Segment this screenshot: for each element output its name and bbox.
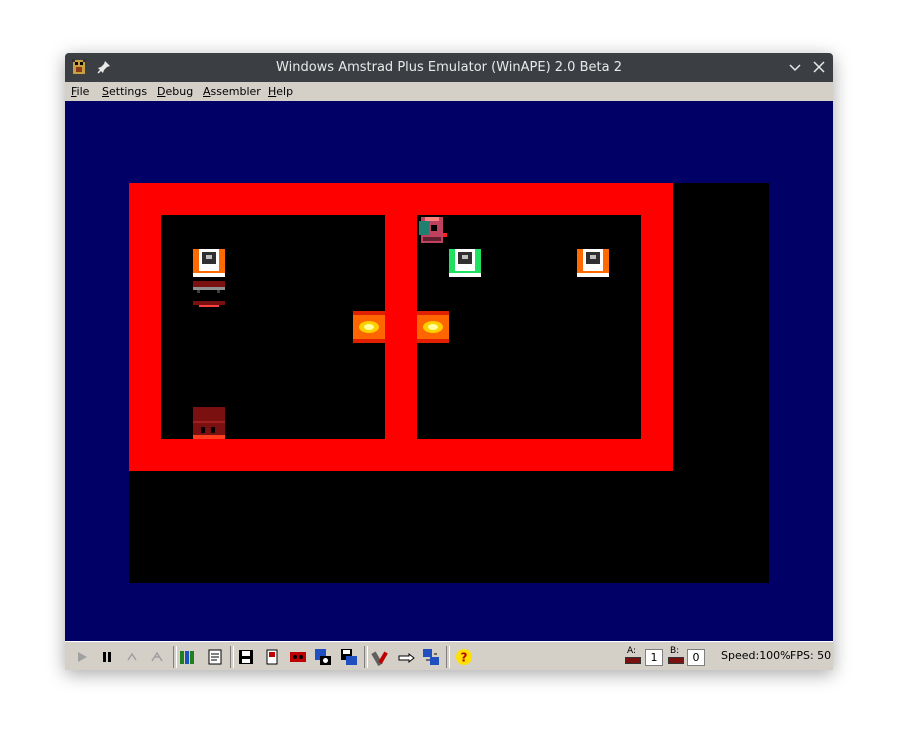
disk-export-icon[interactable] (340, 648, 358, 666)
toolbar-separator (230, 646, 234, 668)
drive-a-led (625, 657, 641, 664)
green-terminal (449, 249, 481, 277)
tape-cassette-icon[interactable] (289, 648, 307, 666)
menu-settings[interactable]: Settings (102, 82, 147, 101)
menu-assembler[interactable]: Assembler (203, 82, 261, 101)
player-robot-sprite (419, 217, 447, 243)
disk-camera-icon[interactable] (314, 648, 332, 666)
drive-a-indicator: 1 (645, 649, 663, 666)
menu-file[interactable]: File (71, 82, 89, 101)
pointer-hand-icon[interactable] (397, 648, 415, 666)
fps-readout: FPS: 50 (790, 649, 832, 662)
close-icon[interactable] (811, 59, 827, 75)
game-area (129, 183, 769, 583)
svg-text:?: ? (461, 651, 468, 665)
title-bar: Windows Amstrad Plus Emulator (WinAPE) 2… (65, 53, 833, 82)
toolbar-separator (173, 646, 177, 668)
emulator-screen[interactable] (65, 101, 833, 641)
emulator-window: Windows Amstrad Plus Emulator (WinAPE) 2… (65, 53, 833, 670)
window-title: Windows Amstrad Plus Emulator (WinAPE) 2… (276, 60, 622, 75)
menu-debug[interactable]: Debug (157, 82, 193, 101)
snapshot-icon[interactable] (263, 648, 281, 666)
fire-door-right (417, 311, 449, 343)
menu-help[interactable]: Help (268, 82, 293, 101)
cartridge-icon[interactable] (179, 648, 197, 666)
speed-readout: Speed:100% (721, 649, 791, 662)
menu-bar: File Settings Debug Assembler Help (65, 82, 833, 101)
tape-document-icon[interactable] (206, 648, 224, 666)
orange-terminal-right (577, 249, 609, 277)
help-question-icon[interactable]: ? (455, 648, 473, 666)
step-over-icon[interactable] (148, 648, 166, 666)
drive-b-led (668, 657, 684, 664)
save-disk-icon[interactable] (237, 648, 255, 666)
drive-b-label: B: (670, 646, 680, 656)
network-transfer-icon[interactable] (422, 648, 440, 666)
drive-b-indicator: 0 (687, 649, 705, 666)
play-icon[interactable] (73, 648, 91, 666)
toolbar-separator (364, 646, 368, 668)
orange-terminal-left (193, 249, 225, 277)
toolbar: ? A: 1 B: 0 Speed:100% FPS: 50 (65, 641, 833, 670)
step-icon[interactable] (123, 648, 141, 666)
pause-icon[interactable] (98, 648, 116, 666)
minimize-chevron-icon[interactable] (787, 59, 803, 75)
toolbar-separator (446, 646, 450, 668)
fire-door-left (353, 311, 385, 343)
tools-icon[interactable] (371, 648, 389, 666)
shelf-sprite (193, 281, 225, 307)
drive-a-label: A: (627, 646, 637, 656)
crate-sprite (193, 407, 225, 439)
